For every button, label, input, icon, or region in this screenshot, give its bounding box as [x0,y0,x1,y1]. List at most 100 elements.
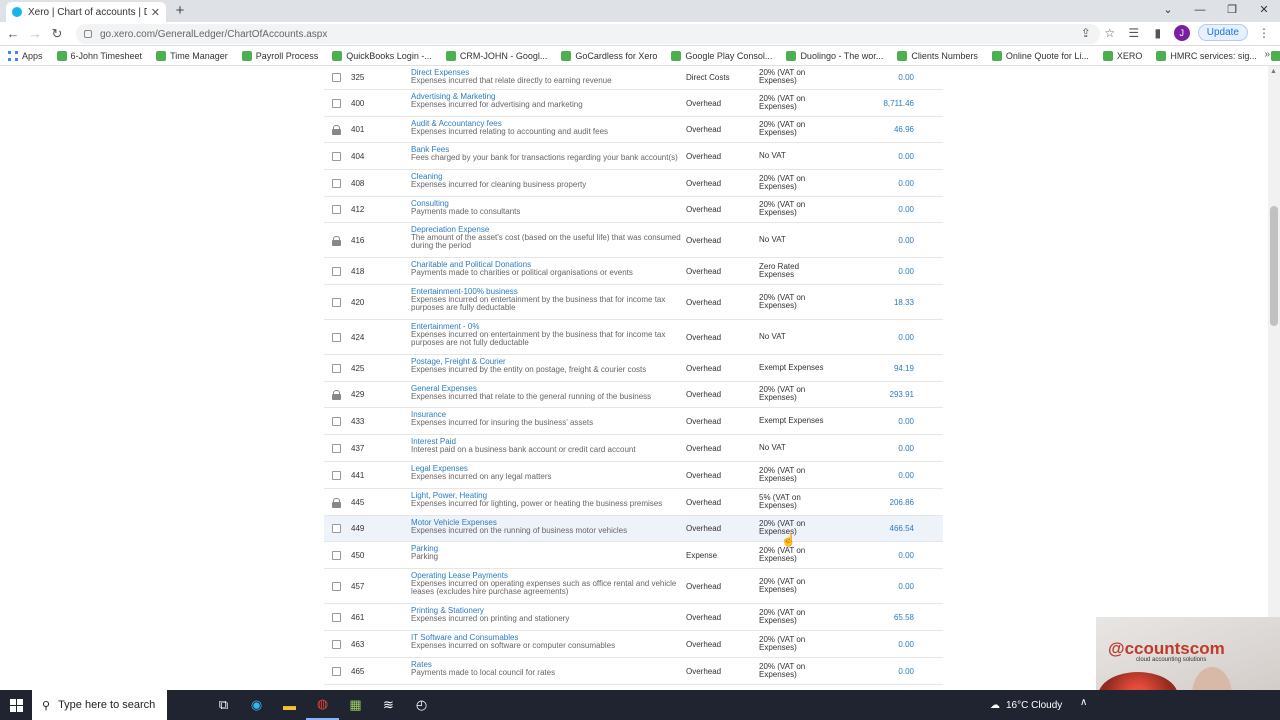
scroll-up-icon[interactable]: ▲ [1270,68,1277,75]
ytd-balance[interactable]: 0.00 [898,640,914,649]
table-row[interactable]: 416 Depreciation Expense The amount of the… [324,223,943,258]
table-row[interactable]: 449 Motor Vehicle Expenses Expenses incurr… [324,516,943,542]
ytd-balance[interactable]: 0.00 [898,236,914,245]
new-tab-icon[interactable]: + [172,2,188,20]
table-row[interactable]: 437 Interest Paid Interest paid on a busin… [324,435,943,462]
ytd-balance[interactable]: 466.54 [890,524,914,533]
task-view-icon[interactable]: ⧉ [207,690,240,720]
clock-app-icon[interactable]: ◴ [405,690,438,720]
file-explorer-icon[interactable]: ▬ [273,690,306,720]
network-icon[interactable]: ≋ [372,690,405,720]
row-checkbox[interactable] [332,178,341,188]
update-button[interactable]: Update [1197,24,1248,41]
row-checkbox[interactable] [332,470,341,480]
calculator-icon[interactable]: ▦ [339,690,372,720]
bookmark-item[interactable]: Apps [8,50,43,61]
back-icon[interactable]: ← [6,26,20,42]
table-row[interactable]: 441 Legal Expenses Expenses incurred on an… [324,462,943,489]
ytd-balance[interactable]: 94.19 [894,364,914,373]
reading-list-icon[interactable]: ☰ [1126,26,1142,40]
ytd-balance[interactable]: 0.00 [898,152,914,161]
url-bar[interactable]: go.xero.com/GeneralLedger/ChartOfAccount… [76,24,1100,44]
row-checkbox[interactable] [332,297,341,307]
table-row[interactable]: 463 IT Software and Consumables Expenses i… [324,631,943,658]
table-row[interactable]: 465 Rates Payments made to local council f… [324,658,943,685]
table-row[interactable]: 424 Entertainment - 0% Expenses incurred o… [324,320,943,355]
row-checkbox[interactable] [332,205,341,214]
bookmark-star-icon[interactable]: ☆ [1102,26,1118,40]
table-row[interactable]: 450 Parking Parking Expense 20% (VAT on Expe… [324,542,943,569]
table-row[interactable]: 425 Postage, Freight & Courier Expenses in… [324,355,943,382]
table-row[interactable]: 408 Cleaning Expenses incurred for cleanin… [324,170,943,197]
row-checkbox[interactable] [332,666,341,676]
chevron-down-icon[interactable]: ⌄ [1152,0,1184,22]
ytd-balance[interactable]: 0.00 [898,179,914,188]
ytd-balance[interactable]: 0.00 [898,582,914,591]
ytd-balance[interactable]: 293.91 [890,390,914,399]
bookmark-item[interactable]: Clients Numbers [897,50,978,61]
row-checkbox[interactable] [332,416,341,426]
row-checkbox[interactable] [332,332,341,342]
row-checkbox[interactable] [332,443,341,453]
bookmark-item[interactable]: Online Quote for Li... [991,50,1089,61]
bookmark-item[interactable]: Time Manager [156,50,228,61]
bookmark-item[interactable]: QuickBooks Login -... [332,50,432,61]
bookmark-item[interactable]: GoCardless for Xero [561,50,657,61]
row-checkbox[interactable] [332,98,341,108]
account-name-link[interactable]: Parking [411,544,681,553]
row-checkbox[interactable] [332,639,341,649]
tray-expand-icon[interactable]: ∧ [1080,697,1087,708]
row-checkbox[interactable] [332,581,341,591]
table-row[interactable]: 457 Operating Lease Payments Expenses incu… [324,569,943,604]
sidebar-icon[interactable]: ▮ [1150,26,1166,40]
row-checkbox[interactable] [332,73,341,82]
bookmark-item[interactable]: CRM-JOHN - Googl... [445,50,547,61]
browser-tab[interactable]: Xero | Chart of accounts | Demo ✕ [6,2,166,22]
restore-icon[interactable]: ❐ [1216,0,1248,22]
bookmark-item[interactable]: Payroll Process [241,50,318,61]
edge-icon[interactable]: ◉ [240,690,273,720]
ytd-balance[interactable]: 0.00 [898,267,914,276]
ytd-balance[interactable]: 0.00 [898,551,914,560]
table-row[interactable]: 418 Charitable and Political Donations Pay… [324,258,943,285]
ytd-balance[interactable]: 46.96 [894,125,914,134]
ytd-balance[interactable]: 8,711.46 [883,99,914,108]
ytd-balance[interactable]: 0.00 [898,333,914,342]
minimize-icon[interactable]: — [1184,0,1216,22]
forward-icon[interactable]: → [28,26,42,42]
profile-avatar[interactable]: J [1173,24,1190,41]
close-tab-icon[interactable]: ✕ [151,6,160,19]
row-checkbox[interactable] [332,266,341,276]
table-row[interactable]: 401 Audit & Accountancy fees Expenses incu… [324,117,943,143]
reload-icon[interactable]: ↻ [50,26,64,42]
bookmark-item[interactable]: 6-John Timesheet [56,50,142,61]
ytd-balance[interactable]: 0.00 [898,417,914,426]
bookmark-item[interactable]: XERO [1102,50,1142,61]
page-scrollbar[interactable]: ▲ ▼ [1268,66,1280,690]
table-row[interactable]: 429 General Expenses Expenses incurred tha… [324,382,943,408]
row-checkbox[interactable] [332,550,341,560]
start-button[interactable] [0,690,32,720]
bookmark-item[interactable]: DocuSign [1270,50,1280,61]
ytd-balance[interactable]: 65.58 [894,613,914,622]
ytd-balance[interactable]: 206.86 [890,498,914,507]
chrome-icon[interactable]: ◍ [306,690,339,720]
bookmark-item[interactable]: Google Play Consol... [671,50,772,61]
share-icon[interactable]: ⇪ [1078,26,1094,40]
table-row[interactable]: 461 Printing & Stationery Expenses incurre… [324,604,943,631]
row-checkbox[interactable] [332,612,341,622]
ytd-balance[interactable]: 0.00 [898,205,914,214]
ytd-balance[interactable]: 0.00 [898,73,914,82]
scroll-thumb[interactable] [1270,206,1278,326]
table-row[interactable]: 325 Direct Expenses Expenses incurred that… [324,66,943,90]
row-checkbox[interactable] [332,363,341,373]
bookmark-item[interactable]: HMRC services: sig... [1156,50,1257,61]
menu-dots-icon[interactable]: ⋮ [1256,26,1272,40]
more-bookmarks-icon[interactable]: » [1264,49,1270,60]
table-row[interactable]: 412 Consulting Payments made to consultant… [324,197,943,223]
ytd-balance[interactable]: 18.33 [894,298,914,307]
table-row[interactable]: 433 Insurance Expenses incurred for insuri… [324,408,943,435]
weather-widget[interactable]: ☁ 16°C Cloudy [990,690,1062,720]
table-row[interactable]: 420 Entertainment-100% business Expenses i… [324,285,943,320]
ytd-balance[interactable]: 0.00 [898,471,914,480]
